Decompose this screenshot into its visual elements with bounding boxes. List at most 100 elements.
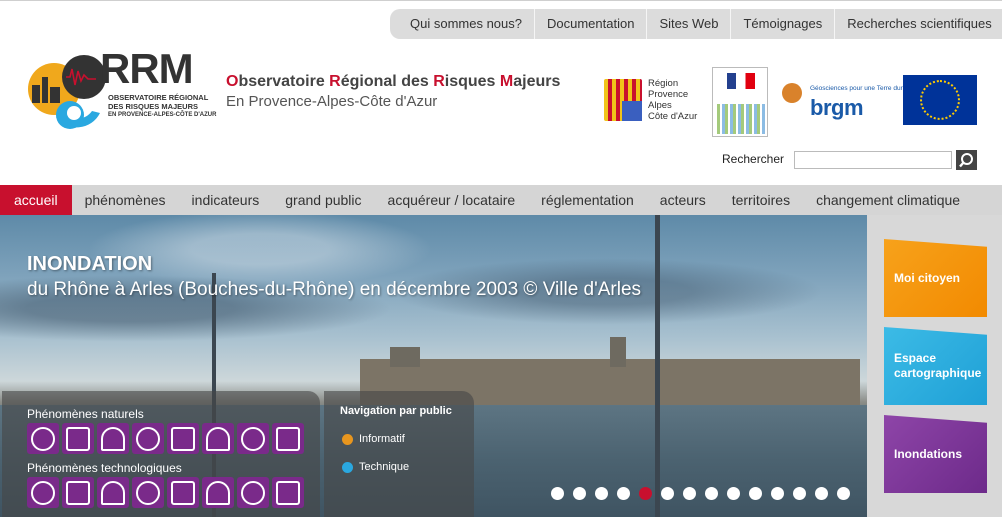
hero-lamp-pole	[655, 215, 660, 517]
carousel-dot[interactable]	[573, 487, 586, 500]
avalanche-icon-glyph	[31, 426, 55, 451]
brgm-logo[interactable]: Géosciences pour une Terre durable brgm	[782, 81, 915, 123]
logo-line-1: OBSERVATOIRE RÉGIONAL	[108, 93, 209, 102]
transport-matieres-icon[interactable]	[97, 477, 129, 508]
moi-citoyen-button[interactable]: Moi citoyen	[884, 239, 987, 317]
search-input[interactable]	[794, 151, 952, 169]
carousel-dot[interactable]	[815, 487, 828, 500]
site-title-part: égional des	[340, 73, 434, 90]
seisme-icon[interactable]	[132, 423, 164, 454]
carousel-dot[interactable]	[683, 487, 696, 500]
retrait-gonflement-icon[interactable]	[272, 423, 304, 454]
carousel-dot[interactable]	[595, 487, 608, 500]
brgm-name: brgm	[810, 95, 864, 120]
tech-phenomena-heading: Phénomènes technologiques	[27, 461, 182, 475]
site-title-part: bservatoire	[238, 73, 330, 90]
search-label: Rechercher	[722, 152, 785, 166]
hero-title: INONDATION	[27, 253, 153, 275]
rupture-digue-icon-glyph	[206, 480, 230, 505]
feu-foret-icon-glyph	[101, 426, 125, 451]
topnav-documentation[interactable]: Documentation	[535, 9, 648, 39]
carousel-dot[interactable]	[727, 487, 740, 500]
carousel-dot[interactable]	[551, 487, 564, 500]
tech-phenomena-icons	[27, 477, 304, 508]
transport-matieres-icon-glyph	[101, 480, 125, 505]
logo-line-3: EN PROVENCE-ALPES-CÔTE D'AZUR	[108, 112, 217, 118]
informatif-dot-icon	[342, 433, 353, 445]
hero-caption: du Rhône à Arles (Bouches-du-Rhône) en d…	[27, 279, 642, 300]
tempete-icon-glyph	[241, 426, 265, 451]
rupture-digue-icon[interactable]	[202, 477, 234, 508]
seisme-icon-glyph	[136, 426, 160, 451]
carousel-dot[interactable]	[617, 487, 630, 500]
orrm-logo[interactable]: RRM OBSERVATOIRE RÉGIONAL DES RISQUES MA…	[26, 45, 216, 139]
public-nav-label: Technique	[359, 461, 410, 473]
gaz-icon-glyph	[276, 480, 300, 505]
top-utility-nav: Qui sommes nous? Documentation Sites Web…	[390, 9, 1002, 39]
site-title-part: isques	[444, 73, 500, 90]
nav-acquereur-locataire[interactable]: acquéreur / locataire	[375, 185, 529, 215]
gaz-icon[interactable]	[272, 477, 304, 508]
carousel-dot[interactable]	[837, 487, 850, 500]
nav-reglementation[interactable]: réglementation	[528, 185, 647, 215]
carousel-dot[interactable]	[793, 487, 806, 500]
nav-grand-public[interactable]: grand public	[272, 185, 374, 215]
nav-accueil[interactable]: accueil	[0, 185, 72, 215]
hero-slideshow[interactable]: INONDATION du Rhône à Arles (Bouches-du-…	[0, 215, 867, 517]
natural-phenomena-heading: Phénomènes naturels	[27, 407, 144, 421]
logo-mark-lines: OBSERVATOIRE RÉGIONAL DES RISQUES MAJEUR…	[108, 93, 216, 120]
nav-indicateurs[interactable]: indicateurs	[179, 185, 273, 215]
inondation-icon-glyph	[171, 426, 195, 451]
region-line: Alpes	[648, 100, 672, 111]
mine-icon-glyph	[241, 480, 265, 505]
industriel-icon-glyph	[31, 480, 55, 505]
avalanche-icon[interactable]	[27, 423, 59, 454]
nucleaire-icon[interactable]	[62, 477, 94, 508]
barrage-icon[interactable]	[132, 477, 164, 508]
region-paca-logo[interactable]: Région Provence Alpes Côte d'Azur	[604, 77, 704, 123]
carousel-dot[interactable]	[705, 487, 718, 500]
inondation-icon[interactable]	[167, 423, 199, 454]
public-nav-technique[interactable]: Technique	[342, 461, 409, 473]
carousel-dot[interactable]	[749, 487, 762, 500]
industriel-icon[interactable]	[27, 477, 59, 508]
public-nav-informatif[interactable]: Informatif	[342, 433, 405, 445]
nav-phenomenes[interactable]: phénomènes	[72, 185, 179, 215]
carousel-dot[interactable]	[661, 487, 674, 500]
inondations-button[interactable]: Inondations	[884, 415, 987, 493]
barrage-icon-glyph	[136, 480, 160, 505]
espace-cartographique-button[interactable]: Espace cartographique	[884, 327, 987, 405]
republique-francaise-logo[interactable]	[712, 67, 768, 137]
public-nav-panel: Navigation par public Informatif Techniq…	[324, 391, 474, 517]
site-title-part: R	[329, 73, 341, 90]
public-nav-label: Informatif	[359, 433, 405, 445]
feu-foret-icon[interactable]	[97, 423, 129, 454]
region-flag-icon	[604, 79, 642, 121]
site-title-part: R	[433, 73, 445, 90]
eu-flag-logo[interactable]	[903, 75, 977, 125]
tempete-icon[interactable]	[237, 423, 269, 454]
search-button[interactable]	[956, 150, 977, 170]
nav-acteurs[interactable]: acteurs	[647, 185, 719, 215]
topnav-temoignages[interactable]: Témoignages	[731, 9, 836, 39]
tunnel-icon[interactable]	[167, 477, 199, 508]
carousel-dot[interactable]	[639, 487, 652, 500]
mouvement-terrain-icon[interactable]	[62, 423, 94, 454]
dreal-stripes-icon	[717, 104, 765, 134]
mine-icon[interactable]	[237, 477, 269, 508]
brgm-tagline: Géosciences pour une Terre durable	[810, 85, 916, 92]
topnav-recherches[interactable]: Recherches scientifiques	[835, 9, 1002, 39]
site-title: Observatoire Régional des Risques Majeur…	[226, 73, 560, 91]
carousel-dot[interactable]	[771, 487, 784, 500]
nav-territoires[interactable]: territoires	[719, 185, 803, 215]
topnav-sites-web[interactable]: Sites Web	[647, 9, 732, 39]
retrait-gonflement-icon-glyph	[276, 426, 300, 451]
submersion-icon[interactable]	[202, 423, 234, 454]
mouvement-terrain-icon-glyph	[66, 426, 90, 451]
nav-changement-climatique[interactable]: changement climatique	[803, 185, 973, 215]
natural-phenomena-icons	[27, 423, 304, 454]
site-title-part: O	[226, 73, 239, 90]
public-nav-heading: Navigation par public	[340, 405, 452, 417]
topnav-qui-sommes-nous[interactable]: Qui sommes nous?	[398, 9, 535, 39]
region-line: Côte d'Azur	[648, 111, 698, 122]
